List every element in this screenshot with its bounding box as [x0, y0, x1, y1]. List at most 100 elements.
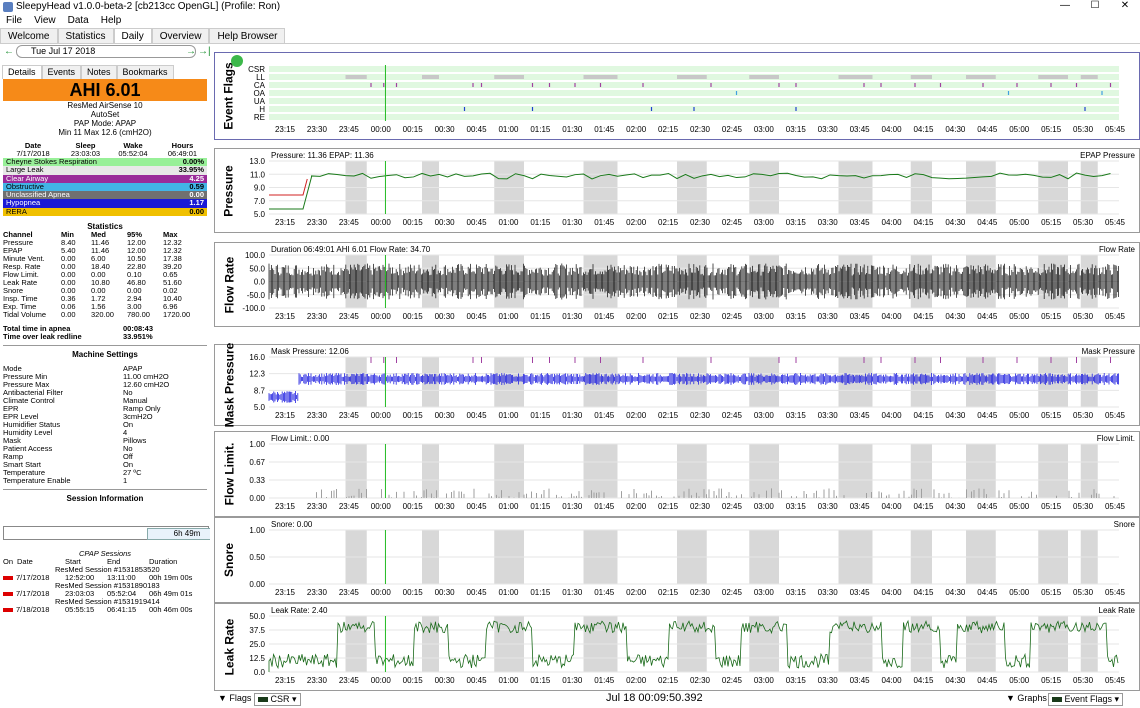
- maximize-button[interactable]: ☐: [1080, 0, 1110, 14]
- stat-cell: 0.10: [127, 271, 142, 280]
- x-tick-label: 03:45: [850, 411, 871, 420]
- menu-data[interactable]: Data: [68, 14, 89, 28]
- graph-flags[interactable]: Event Flags CSR LL CA OA UA H RE 23:15 23:30 23:45…: [214, 52, 1140, 140]
- x-tick-label: 02:00: [626, 502, 647, 511]
- app-icon: [3, 2, 13, 12]
- x-tick-label: 05:15: [1041, 218, 1062, 227]
- x-tick-label: 05:45: [1105, 218, 1126, 227]
- graph-canvas[interactable]: Mask Pressure: 12.06 Mask Pressure 16.0 12.…: [215, 345, 1140, 427]
- menu-help[interactable]: Help: [101, 14, 122, 28]
- csr-dropdown[interactable]: CSR ▾: [254, 693, 301, 706]
- setting-value: 11.00 cmH2O: [123, 373, 169, 382]
- stat-cell: 0.36: [61, 295, 76, 304]
- x-tick-label: 01:45: [594, 312, 615, 321]
- graph-canvas[interactable]: Snore: 0.00 Snore 1.00 0.50 0.00 23:15 23:30 23…: [215, 518, 1140, 604]
- x-tick-label: 04:30: [945, 411, 966, 420]
- menu-view[interactable]: View: [34, 14, 56, 28]
- event-value: 0.00: [189, 206, 204, 216]
- tab-welcome[interactable]: Welcome: [0, 28, 58, 44]
- x-tick-label: 00:15: [403, 411, 424, 420]
- event-flags-dropdown[interactable]: Event Flags ▾: [1048, 693, 1124, 706]
- cursor-datetime: Jul 18 00:09:50.392: [606, 692, 703, 704]
- tab-bookmarks[interactable]: Bookmarks: [116, 65, 174, 79]
- stat-row: Resp. Rate 0.00 18.40 22.80 39.20: [3, 263, 207, 271]
- session-date: 7/18/2018: [16, 605, 50, 614]
- date-picker[interactable]: Tue Jul 17 2018: [16, 45, 196, 58]
- stat-header: Max: [163, 231, 178, 240]
- close-button[interactable]: ✕: [1110, 0, 1140, 14]
- x-tick-label: 03:00: [754, 588, 775, 597]
- setting-row: Temperature 27 ºC: [3, 469, 207, 477]
- x-tick-label: 05:15: [1041, 411, 1062, 420]
- setting-value: Manual: [123, 397, 148, 406]
- next-day-arrow-icon[interactable]: →: [186, 46, 196, 57]
- statistics-title: Statistics: [87, 222, 123, 232]
- session-enabled-toggle[interactable]: [3, 608, 13, 612]
- session-timeline-bar[interactable]: 6h 49m: [3, 526, 210, 540]
- last-day-arrow-icon[interactable]: →|: [198, 46, 210, 57]
- tab-help-browser[interactable]: Help Browser: [209, 28, 286, 44]
- tab-statistics[interactable]: Statistics: [57, 28, 114, 44]
- graph-mask[interactable]: Mask Pressure Mask Pressure: 12.06 Mask Pr…: [214, 343, 1140, 427]
- session-row[interactable]: 7/18/2018 05:55:15 06:41:15 00h 46m 00s: [3, 606, 207, 614]
- x-tick-label: 01:00: [498, 218, 519, 227]
- graphs-dropdown[interactable]: ▼ Graphs: [1006, 693, 1047, 703]
- x-tick-label: 04:30: [945, 218, 966, 227]
- x-tick-label: 23:15: [275, 125, 296, 134]
- tab-overview[interactable]: Overview: [151, 28, 210, 44]
- x-tick-label: 00:00: [371, 502, 392, 511]
- x-tick-label: 02:45: [722, 312, 743, 321]
- minimize-button[interactable]: —: [1050, 0, 1080, 14]
- graph-canvas[interactable]: Pressure: 11.36 EPAP: 11.36 EPAP Pressure…: [215, 149, 1140, 234]
- graph-snore[interactable]: Snore Snore: 0.00 Snore 1.00 0.50 0.00 23:15 23…: [214, 517, 1140, 603]
- large-leak-flag: [910, 75, 932, 79]
- setting-value: APAP: [123, 365, 143, 374]
- x-tick-label: 04:00: [882, 218, 903, 227]
- stat-cell: 6.00: [91, 255, 106, 264]
- tab-details[interactable]: Details: [2, 65, 42, 79]
- pin-icon[interactable]: [231, 55, 243, 67]
- summary-block: Date Sleep Wake Hours 7/17/2018 23:03:03…: [3, 142, 207, 503]
- graph-leak[interactable]: Leak Rate Leak Rate: 2.40 Leak Rate 50.0 37.…: [214, 603, 1140, 691]
- stat-cell: 10.40: [163, 295, 182, 304]
- x-tick-label: 02:15: [658, 218, 679, 227]
- session-duration: 00h 46m 00s: [149, 605, 193, 614]
- apnea-label: Total time in apnea: [3, 325, 71, 334]
- graph-canvas[interactable]: Leak Rate: 2.40 Leak Rate 50.0 37.5 25.0 12.5…: [215, 604, 1140, 692]
- x-tick-label: 05:45: [1105, 125, 1126, 134]
- x-tick-label: 04:45: [977, 218, 998, 227]
- y-tick-label: -50.0: [247, 291, 266, 300]
- tab-daily[interactable]: Daily: [113, 28, 152, 44]
- x-tick-label: 05:45: [1105, 411, 1126, 420]
- graph-pressure[interactable]: Pressure Pressure: 11.36 EPAP: 11.36 EPAP …: [214, 148, 1140, 233]
- graph-canvas[interactable]: Flow Limit.: 0.00 Flow Limit. 1.00 0.67 0.33…: [215, 432, 1140, 518]
- graph-canvas[interactable]: Duration 06:49:01 AHI 6.01 Flow Rate: 34…: [215, 243, 1140, 328]
- large-leak-region: [583, 444, 618, 498]
- x-tick-label: 04:15: [913, 676, 934, 685]
- graph-flowlim[interactable]: Flow Limit. Flow Limit.: 0.00 Flow Limit. 1…: [214, 431, 1140, 517]
- large-leak-region: [1038, 444, 1068, 498]
- tab-notes[interactable]: Notes: [81, 65, 117, 79]
- flags-dropdown[interactable]: ▼ Flags: [218, 693, 251, 703]
- large-leak-flag: [966, 75, 996, 79]
- stat-row: Minute Vent. 0.00 6.00 10.50 17.38: [3, 255, 207, 263]
- graph-flow[interactable]: Flow Rate Duration 06:49:01 AHI 6.01 Flow…: [214, 242, 1140, 327]
- y-tick-label: 0.00: [249, 580, 265, 589]
- y-tick-label: 0.33: [249, 476, 265, 485]
- summary-header-wake: Wake: [123, 142, 143, 150]
- x-tick-label: 00:15: [403, 676, 424, 685]
- prev-day-arrow-icon[interactable]: ←: [4, 46, 14, 57]
- y-tick-label: 8.7: [254, 386, 266, 395]
- y-tick-label: 100.0: [245, 251, 266, 260]
- tab-events[interactable]: Events: [41, 65, 82, 79]
- x-tick-label: 05:15: [1041, 312, 1062, 321]
- x-tick-label: 04:00: [882, 502, 903, 511]
- menu-file[interactable]: File: [6, 14, 22, 28]
- large-leak-flag: [838, 75, 873, 79]
- session-enabled-toggle[interactable]: [3, 592, 13, 596]
- session-duration: 6h 49m: [147, 528, 210, 540]
- graph-canvas[interactable]: CSRLLCAOAUAHRE23:15 23:30 23:45 00:00 00:15 0…: [215, 53, 1140, 141]
- x-tick-label: 05:30: [1073, 502, 1094, 511]
- session-enabled-toggle[interactable]: [3, 576, 13, 580]
- y-tick-label: 25.0: [249, 640, 265, 649]
